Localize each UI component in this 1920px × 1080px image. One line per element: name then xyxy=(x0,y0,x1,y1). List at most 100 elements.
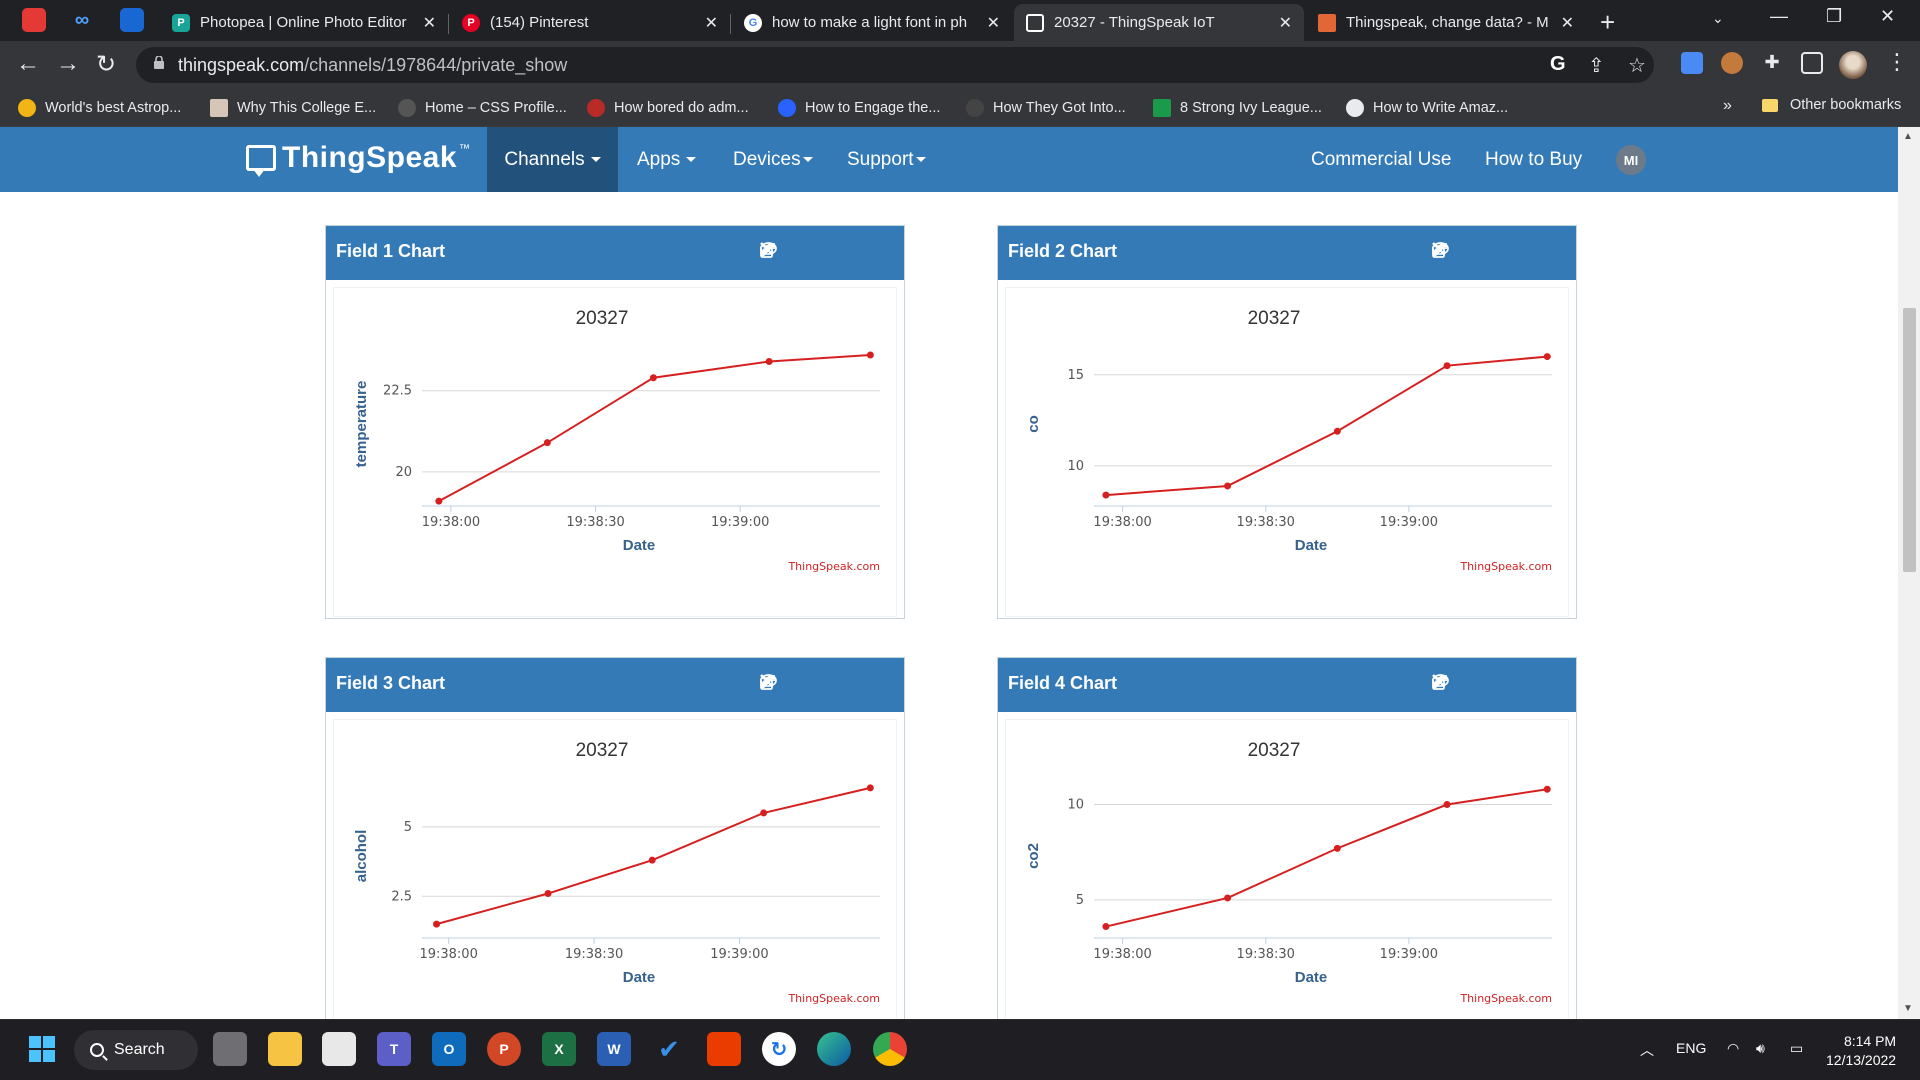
data-point[interactable] xyxy=(1443,801,1451,809)
thingspeak-logo[interactable]: ThingSpeak ™ xyxy=(246,141,470,177)
bookmark-item[interactable]: 8 Strong Ivy League... xyxy=(1153,97,1322,119)
pencil-edit-icon[interactable] xyxy=(1434,674,1522,692)
close-icon[interactable] xyxy=(760,674,886,692)
google-lens-icon[interactable]: G xyxy=(1550,53,1566,76)
data-point[interactable] xyxy=(648,856,656,864)
nav-devices[interactable]: Devices xyxy=(715,127,831,192)
page-scrollbar[interactable] xyxy=(1898,127,1920,1019)
scroll-up-arrow-icon[interactable]: ▲ xyxy=(1903,131,1913,142)
nav-support[interactable]: Support xyxy=(829,127,944,192)
chart-credit[interactable]: ThingSpeak.com xyxy=(1459,992,1552,1005)
data-point[interactable] xyxy=(435,497,443,505)
address-bar[interactable]: thingspeak.com/channels/1978644/private_… xyxy=(136,47,1654,83)
data-point[interactable] xyxy=(1543,353,1551,361)
data-point[interactable] xyxy=(1102,491,1110,499)
data-point[interactable] xyxy=(649,374,657,382)
data-point[interactable] xyxy=(1333,844,1341,852)
chart-credit[interactable]: ThingSpeak.com xyxy=(787,560,880,573)
chrome-icon[interactable] xyxy=(873,1032,907,1066)
bookmark-item[interactable]: How They Got Into... xyxy=(966,97,1126,119)
user-avatar[interactable]: MI xyxy=(1616,145,1646,175)
new-tab-button[interactable]: + xyxy=(1600,7,1615,38)
close-tab-icon[interactable]: ✕ xyxy=(1279,13,1292,33)
pinned-tab-1[interactable] xyxy=(22,8,46,32)
data-point[interactable] xyxy=(544,890,552,898)
taskbar-search-button[interactable]: Search xyxy=(74,1030,198,1070)
data-point[interactable] xyxy=(1102,923,1110,931)
tab-photopea[interactable]: P Photopea | Online Photo Editor ✕ xyxy=(160,4,448,41)
nav-commercial-use[interactable]: Commercial Use xyxy=(1293,127,1469,192)
data-point[interactable] xyxy=(1333,427,1341,435)
data-point[interactable] xyxy=(543,439,551,447)
tab-thingspeak[interactable]: 20327 - ThingSpeak IoT ✕ xyxy=(1014,4,1304,41)
office-icon[interactable] xyxy=(707,1032,741,1066)
pencil-edit-icon[interactable] xyxy=(762,242,850,260)
close-tab-icon[interactable]: ✕ xyxy=(987,13,1000,33)
bookmark-item[interactable]: World's best Astrop... xyxy=(18,97,181,119)
share-icon[interactable]: ⇪ xyxy=(1588,53,1605,78)
teams-icon[interactable]: T xyxy=(377,1032,411,1066)
profile-avatar[interactable] xyxy=(1839,51,1867,79)
bookmark-item[interactable]: How to Engage the... xyxy=(778,97,940,119)
tab-mathworks[interactable]: Thingspeak, change data? - M ✕ xyxy=(1306,4,1586,41)
comment-icon[interactable] xyxy=(1432,674,1486,692)
data-point[interactable] xyxy=(866,351,874,359)
system-clock[interactable]: 8:14 PM 12/13/2022 xyxy=(1826,1032,1896,1070)
data-point[interactable] xyxy=(760,809,768,817)
pinned-tab-3[interactable] xyxy=(120,8,144,32)
comment-icon[interactable] xyxy=(760,242,814,260)
microsoft-store-icon[interactable] xyxy=(322,1032,356,1066)
nav-how-to-buy[interactable]: How to Buy xyxy=(1467,127,1600,192)
close-icon[interactable] xyxy=(1432,242,1558,260)
task-view-icon[interactable] xyxy=(213,1032,247,1066)
wifi-icon[interactable]: ◠ xyxy=(1727,1040,1739,1057)
battery-icon[interactable]: ▭ xyxy=(1790,1040,1803,1057)
tab-pinterest[interactable]: P (154) Pinterest ✕ xyxy=(450,4,730,41)
pencil-edit-icon[interactable] xyxy=(762,674,850,692)
data-point[interactable] xyxy=(433,920,441,928)
back-arrow-icon[interactable]: ← xyxy=(16,50,40,78)
scroll-down-arrow-icon[interactable]: ▼ xyxy=(1903,1003,1913,1014)
todo-icon[interactable]: ✔ xyxy=(652,1032,686,1066)
side-panel-icon[interactable] xyxy=(1801,52,1823,74)
data-point[interactable] xyxy=(1443,362,1451,370)
bookmark-star-icon[interactable]: ☆ xyxy=(1628,53,1646,78)
powerpoint-icon[interactable]: P xyxy=(487,1032,521,1066)
nav-channels[interactable]: Channels xyxy=(487,127,618,192)
language-indicator[interactable]: ENG xyxy=(1676,1040,1706,1056)
other-bookmarks-folder[interactable]: Other bookmarks xyxy=(1762,97,1901,113)
data-point[interactable] xyxy=(1224,894,1232,902)
extensions-puzzle-icon[interactable]: ✚ xyxy=(1761,52,1783,74)
forward-arrow-icon[interactable]: → xyxy=(56,50,80,78)
windows-start-icon[interactable] xyxy=(25,1032,59,1066)
file-explorer-icon[interactable] xyxy=(268,1032,302,1066)
translate-extension-icon[interactable] xyxy=(1681,52,1703,74)
close-window-button[interactable]: ✕ xyxy=(1880,6,1895,27)
cookie-extension-icon[interactable] xyxy=(1721,52,1743,74)
volume-icon[interactable]: 🔊︎ xyxy=(1756,1040,1765,1057)
scrollbar-thumb[interactable] xyxy=(1903,308,1916,572)
chart-credit[interactable]: ThingSpeak.com xyxy=(787,992,880,1005)
reload-icon[interactable]: ↻ xyxy=(96,50,116,79)
comment-icon[interactable] xyxy=(760,674,814,692)
minimize-button[interactable]: — xyxy=(1770,6,1788,27)
close-tab-icon[interactable]: ✕ xyxy=(705,13,718,33)
close-icon[interactable] xyxy=(760,242,886,260)
bookmark-item[interactable]: How bored do adm... xyxy=(587,97,749,119)
data-point[interactable] xyxy=(765,357,773,365)
edge-icon[interactable] xyxy=(817,1032,851,1066)
more-bookmarks-button[interactable]: » xyxy=(1723,97,1732,115)
sync-app-icon[interactable]: ↻ xyxy=(762,1032,796,1066)
tab-google-search[interactable]: G how to make a light font in ph ✕ xyxy=(732,4,1012,41)
bookmark-item[interactable]: Home – CSS Profile... xyxy=(398,97,567,119)
bookmark-item[interactable]: Why This College E... xyxy=(210,97,376,119)
bookmark-item[interactable]: How to Write Amaz... xyxy=(1346,97,1508,119)
restore-button[interactable]: ❐ xyxy=(1826,6,1842,27)
data-point[interactable] xyxy=(1543,785,1551,793)
close-tab-icon[interactable]: ✕ xyxy=(423,13,436,33)
data-point[interactable] xyxy=(866,784,874,792)
data-point[interactable] xyxy=(1224,482,1232,490)
pencil-edit-icon[interactable] xyxy=(1434,242,1522,260)
nav-apps[interactable]: Apps xyxy=(619,127,714,192)
tab-search-chevron-icon[interactable]: ⌄ xyxy=(1712,10,1724,27)
